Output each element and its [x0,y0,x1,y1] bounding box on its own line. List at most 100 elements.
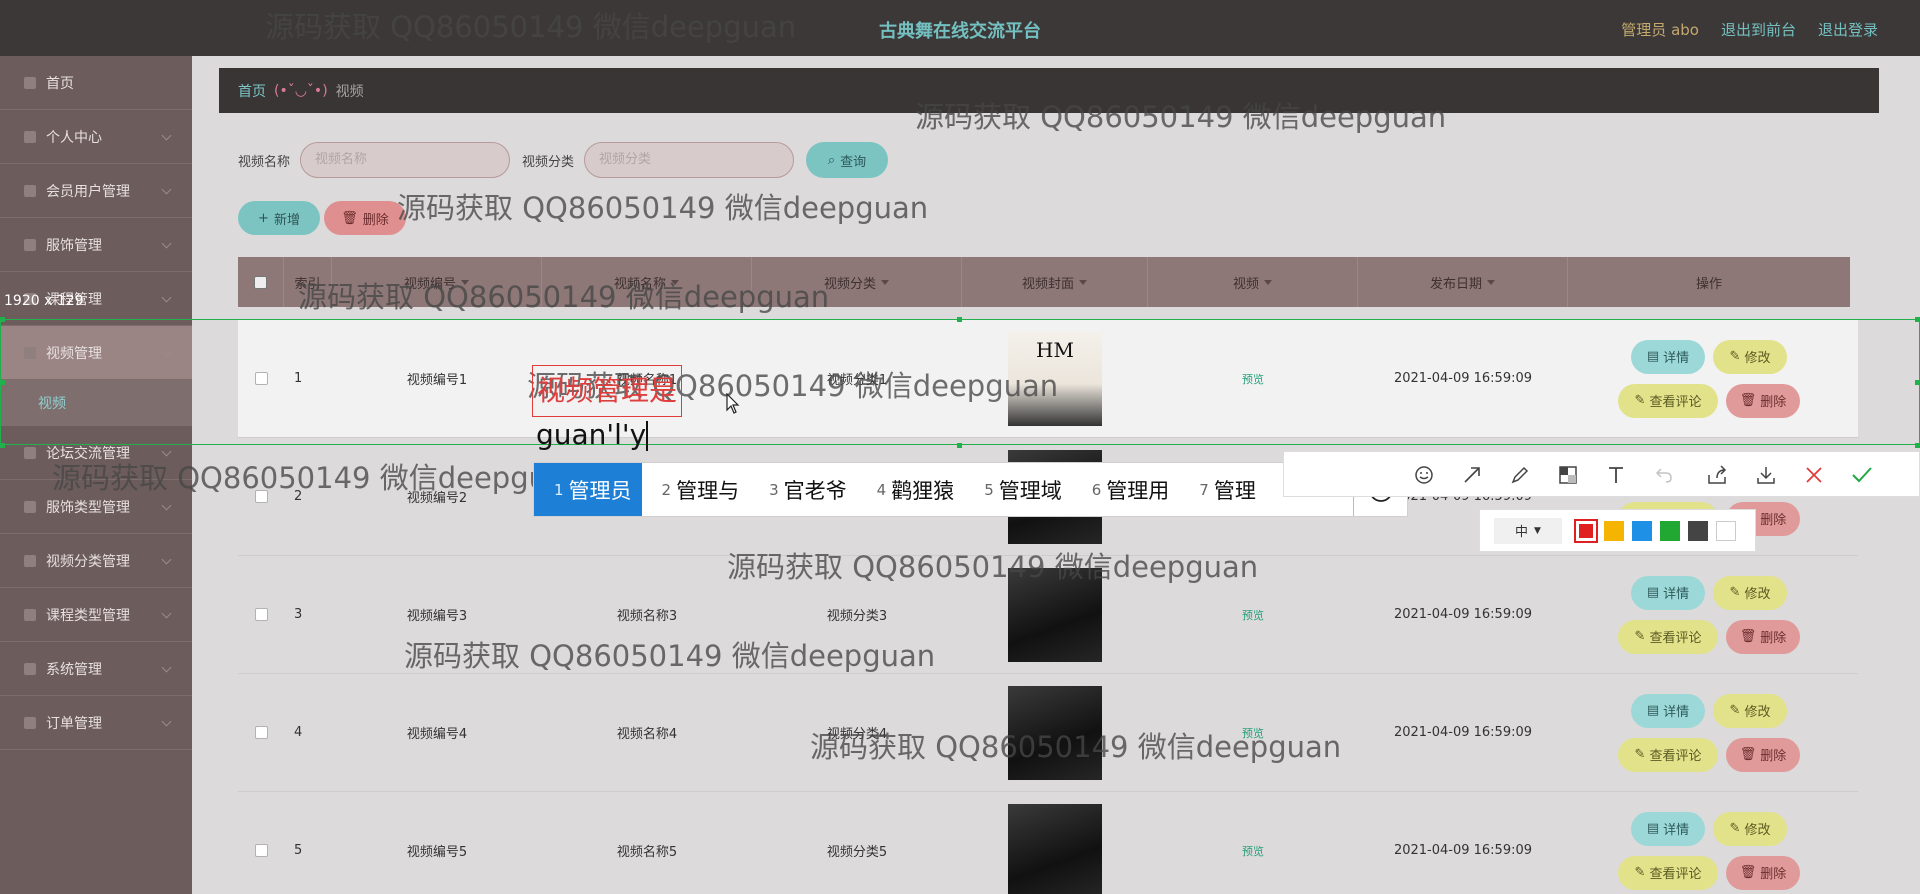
edit-button[interactable]: ✎修改 [1713,693,1787,728]
sidebar-item-home[interactable]: 首页 [0,56,192,110]
list-icon [24,608,36,621]
gear-icon [24,662,36,675]
color-swatch-gray[interactable] [1688,520,1708,541]
pencil-icon: ✎ [1729,585,1741,600]
pencil-icon: ✎ [1634,747,1646,762]
download-icon[interactable] [1746,452,1786,498]
detail-button[interactable]: ▤详情 [1631,693,1705,728]
col-video[interactable]: 视频 [1148,257,1358,307]
category-label: 视频分类 [522,154,575,170]
sidebar-item-system[interactable]: 系统管理 [0,642,192,696]
batch-delete-button[interactable]: 🗑 删除 [324,201,406,235]
share-icon[interactable] [1698,452,1738,498]
row-category: 视频分类5 [826,845,888,860]
table-row: 5 视频编号5 视频名称5 视频分类5 预览 2021-04-09 16:59:… [238,792,1858,894]
video-cover-image [1008,803,1102,894]
back-to-front-link[interactable]: 退出到前台 [1721,19,1796,40]
resize-handle[interactable] [957,317,962,322]
edit-button[interactable]: ✎修改 [1713,575,1787,610]
name-search-input[interactable]: 视频名称 [300,142,511,178]
text-cursor [646,421,649,451]
screenshot-selection[interactable] [0,319,1920,445]
edit-button[interactable]: ✎修改 [1713,811,1787,846]
annotation-text-box[interactable]: 视频管理是 [532,365,683,417]
row-code: 视频编号5 [406,845,468,860]
trash-icon: 🗑 [1739,747,1757,762]
detail-button[interactable]: ▤详情 [1631,811,1705,846]
logout-link[interactable]: 退出登录 [1818,19,1878,40]
text-icon[interactable] [1596,452,1636,498]
ime-candidate[interactable]: 3 官老爷 [749,463,857,516]
sidebar-item-profile[interactable]: 个人中心 [0,110,192,164]
select-all-checkbox[interactable] [254,275,267,289]
sidebar-item-members[interactable]: 会员用户管理 [0,164,192,218]
cart-icon [24,716,36,729]
sidebar-item-costume[interactable]: 服饰管理 [0,218,192,272]
add-button[interactable]: + 新增 [238,201,320,235]
sidebar-item-course-type[interactable]: 课程类型管理 [0,588,192,642]
selection-size-label: 1920 x 129 [4,293,84,309]
view-comments-button[interactable]: ✎查看评论 [1618,737,1718,772]
resize-handle[interactable] [1915,443,1920,448]
breadcrumb-current: 视频 [335,83,364,100]
color-palette: 中 ▼ [1479,509,1756,552]
col-cover[interactable]: 视频封面 [962,257,1148,307]
chevron-down-icon: ▼ [1534,525,1541,536]
users-icon [24,184,36,197]
resize-handle[interactable] [1915,317,1920,322]
row-checkbox[interactable] [254,844,268,857]
ime-candidate[interactable]: 4 鹳狸猿 [857,463,965,516]
confirm-icon[interactable] [1842,452,1882,498]
pen-icon[interactable] [1500,452,1540,498]
delete-button[interactable]: 🗑删除 [1726,855,1800,890]
row-name: 视频名称5 [616,845,678,860]
home-icon [24,76,36,89]
preview-link[interactable]: 预览 [1242,843,1264,859]
row-checkbox[interactable] [254,726,268,739]
trash-icon: 🗑 [341,210,358,226]
color-swatch-green[interactable] [1660,520,1680,541]
breadcrumb-home[interactable]: 首页 [238,81,266,101]
view-comments-button[interactable]: ✎查看评论 [1618,619,1718,654]
delete-button[interactable]: 🗑删除 [1726,619,1800,654]
sort-icon [1487,279,1495,285]
resize-handle[interactable] [957,443,962,448]
resize-handle[interactable] [0,443,5,448]
row-checkbox[interactable] [254,608,268,621]
row-actions: ▤详情✎修改 ✎查看评论🗑删除 [1618,693,1800,772]
color-swatch-red[interactable] [1574,518,1598,543]
folder-icon [24,554,36,567]
resize-handle[interactable] [0,380,5,385]
color-swatch-white[interactable] [1716,520,1736,541]
query-button[interactable]: ⌕ 查询 [806,142,889,178]
view-comments-button[interactable]: ✎查看评论 [1618,855,1718,890]
resize-handle[interactable] [0,317,5,322]
top-links: 管理员 abo 退出到前台 退出登录 [1621,19,1878,40]
detail-button[interactable]: ▤详情 [1631,575,1705,610]
preview-link[interactable]: 预览 [1242,607,1264,623]
color-swatch-blue[interactable] [1632,520,1652,541]
arrow-icon[interactable] [1452,452,1492,498]
stroke-size-select[interactable]: 中 ▼ [1494,517,1562,544]
chevron-down-icon [161,292,172,303]
ime-candidate[interactable]: 5 管理域 [964,463,1072,516]
sidebar-item-video-category[interactable]: 视频分类管理 [0,534,192,588]
cancel-icon[interactable] [1794,452,1834,498]
resize-handle[interactable] [1915,380,1920,385]
col-date[interactable]: 发布日期 [1358,257,1568,307]
ime-candidate[interactable]: 1 管理员 [534,463,642,516]
color-swatch-yellow[interactable] [1604,520,1624,541]
chevron-down-icon [161,184,172,195]
delete-button[interactable]: 🗑删除 [1726,737,1800,772]
trash-icon: 🗑 [1739,629,1757,644]
row-date: 2021-04-09 16:59:09 [1393,725,1533,740]
sidebar-item-orders[interactable]: 订单管理 [0,696,192,750]
screenshot-toolbar [1283,451,1920,497]
category-search-input[interactable]: 视频分类 [584,142,795,178]
ime-candidate[interactable]: 6 管理用 [1072,463,1180,516]
ime-candidate[interactable]: 2 管理与 [642,463,750,516]
mosaic-icon[interactable] [1548,452,1588,498]
undo-icon[interactable] [1644,452,1684,498]
emoji-icon[interactable] [1404,452,1444,498]
ime-candidate[interactable]: 7 管理 [1179,463,1266,516]
